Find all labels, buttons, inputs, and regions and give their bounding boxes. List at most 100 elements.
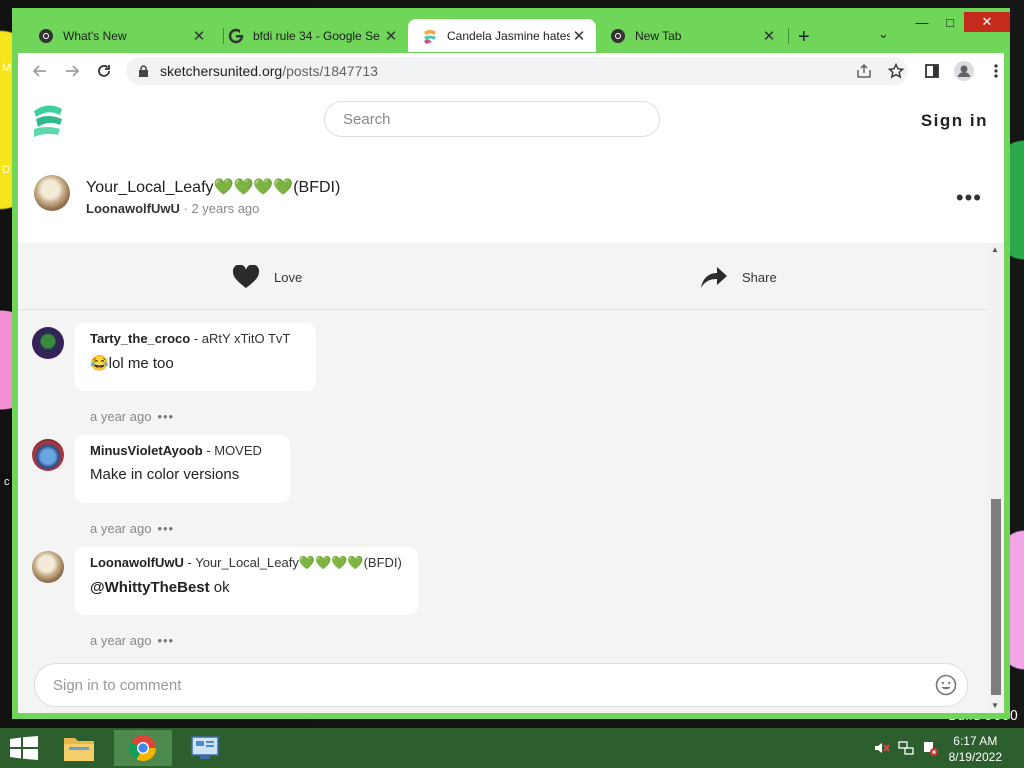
system-clock[interactable]: 6:17 AM 8/19/2022 xyxy=(949,733,1002,765)
sketchers-icon xyxy=(424,29,436,44)
close-tab-icon[interactable]: ✕ xyxy=(570,27,588,45)
tab-whats-new[interactable]: What's New ✕ xyxy=(24,19,216,52)
url-host: sketchersunited.org xyxy=(160,63,283,79)
comment-meta: a year ago ••• xyxy=(90,633,174,648)
comment-input[interactable] xyxy=(51,676,915,695)
tab-title: New Tab xyxy=(635,28,682,43)
profile-button[interactable] xyxy=(952,59,976,83)
comment-more-button[interactable]: ••• xyxy=(157,521,174,536)
maximize-button[interactable]: □ xyxy=(936,12,964,32)
new-tab-button[interactable]: + xyxy=(798,26,810,49)
post-meta: LoonawolfUwU · 2 years ago xyxy=(86,201,260,216)
comment-time: a year ago xyxy=(90,633,152,648)
bookmark-star-icon[interactable] xyxy=(888,63,904,79)
comment-more-button[interactable]: ••• xyxy=(157,409,174,424)
post-header: Your_Local_Leafy💚💚💚💚(BFDI) LoonawolfUwU … xyxy=(18,159,1004,243)
tab-title: Candela Jasmine hates xyxy=(447,28,570,43)
tab-google-search[interactable]: bfdi rule 34 - Google Se ✕ xyxy=(214,19,408,52)
love-button[interactable]: Love xyxy=(232,265,302,289)
comment-bubble: MinusVioletAyoob - MOVED Make in color v… xyxy=(74,435,290,503)
commenter-avatar[interactable] xyxy=(32,551,64,583)
share-button[interactable]: Share xyxy=(700,265,777,289)
close-tab-icon[interactable]: ✕ xyxy=(760,27,778,45)
arrow-left-icon xyxy=(32,65,46,77)
post-title: Your_Local_Leafy💚💚💚💚(BFDI) xyxy=(86,179,341,196)
reload-button[interactable] xyxy=(92,59,116,83)
comment-bubble: LoonawolfUwU - Your_Local_Leafy💚💚💚💚(BFDI… xyxy=(74,547,418,615)
sketchers-logo-icon[interactable] xyxy=(32,103,64,139)
close-tab-icon[interactable]: ✕ xyxy=(190,27,208,45)
comment-author[interactable]: Tarty_the_croco xyxy=(90,331,190,346)
close-tab-icon[interactable]: ✕ xyxy=(382,27,400,45)
love-label: Love xyxy=(274,269,303,285)
tab-search-button[interactable]: ⌄ xyxy=(878,26,889,42)
comment-author-subtitle: aRtY xTitO TvT xyxy=(201,331,291,346)
forward-button[interactable] xyxy=(60,59,84,83)
tab-new-tab[interactable]: New Tab ✕ xyxy=(596,19,786,52)
taskbar: 6:17 AM 8/19/2022 xyxy=(0,728,1024,768)
comment-text: ok xyxy=(209,579,230,596)
sign-in-link[interactable]: Sign in xyxy=(921,111,988,131)
comment-composer[interactable] xyxy=(34,663,968,707)
comment-author[interactable]: MinusVioletAyoob xyxy=(90,443,203,458)
post-time: 2 years ago xyxy=(191,201,260,216)
comment-bubble: Tarty_the_croco - aRtY xTitO TvT 😂lol me… xyxy=(74,323,316,391)
mention-link[interactable]: @WhittyTheBest xyxy=(90,579,210,596)
post-author-link[interactable]: LoonawolfUwU xyxy=(86,201,180,216)
comment-text-container: @WhittyTheBest ok xyxy=(90,579,402,596)
site-header: Sign in xyxy=(18,89,1004,159)
url-text: sketchersunited.org/posts/1847713 xyxy=(160,63,378,79)
comment-header: Tarty_the_croco - aRtY xTitO TvT xyxy=(90,331,291,346)
arrow-right-icon xyxy=(66,65,80,77)
back-button[interactable] xyxy=(28,59,52,83)
side-panel-button[interactable] xyxy=(920,59,944,83)
commenter-avatar[interactable] xyxy=(32,439,64,471)
network-icon[interactable] xyxy=(898,740,914,756)
tab-strip: What's New ✕ bfdi rule 34 - Google Se ✕ … xyxy=(12,8,1010,52)
address-bar[interactable]: sketchersunited.org/posts/1847713 xyxy=(126,57,908,85)
author-avatar[interactable] xyxy=(34,175,70,211)
desktop-label: c xyxy=(4,476,10,488)
comment-more-button[interactable]: ••• xyxy=(157,633,174,648)
action-center-alert-icon[interactable] xyxy=(922,740,938,756)
comment-meta: a year ago ••• xyxy=(90,409,174,424)
more-vertical-icon xyxy=(994,64,998,78)
comment-text: 😂lol me too xyxy=(90,355,174,372)
taskbar-chrome[interactable] xyxy=(114,730,172,766)
comment-author[interactable]: LoonawolfUwU xyxy=(90,555,184,570)
share-page-icon[interactable] xyxy=(856,63,872,79)
search-input[interactable] xyxy=(341,110,635,129)
comment-time: a year ago xyxy=(90,409,152,424)
close-window-button[interactable]: ✕ xyxy=(964,12,1010,32)
chrome-icon xyxy=(129,735,157,762)
scrollbar-thumb[interactable] xyxy=(991,499,1001,695)
comment-time: a year ago xyxy=(90,521,152,536)
volume-muted-icon[interactable] xyxy=(874,740,890,756)
minimize-button[interactable]: — xyxy=(908,12,936,32)
emoji-smile-icon[interactable] xyxy=(935,674,957,696)
commenter-avatar[interactable] xyxy=(32,327,64,359)
windows-start-icon[interactable] xyxy=(10,736,38,760)
taskbar-control-panel[interactable] xyxy=(176,730,234,766)
browser-menu-button[interactable] xyxy=(984,59,1008,83)
heart-icon xyxy=(232,265,260,288)
tab-separator xyxy=(788,28,789,44)
chrome-icon xyxy=(611,28,625,43)
chrome-icon xyxy=(39,28,53,43)
search-box[interactable] xyxy=(324,101,660,137)
tab-title: What's New xyxy=(63,28,127,43)
comment-header: MinusVioletAyoob - MOVED xyxy=(90,443,262,458)
browser-toolbar: sketchersunited.org/posts/1847713 xyxy=(18,53,1004,89)
desktop-label: M xyxy=(2,62,12,74)
comment-author-subtitle: Your_Local_Leafy💚💚💚💚(BFDI) xyxy=(195,555,402,570)
share-arrow-icon xyxy=(701,267,727,288)
page-scrollbar[interactable]: ▲ ▼ xyxy=(988,243,1004,713)
clock-date: 8/19/2022 xyxy=(948,750,1002,764)
scroll-up-arrow[interactable]: ▲ xyxy=(991,245,999,254)
taskbar-file-explorer[interactable] xyxy=(50,730,108,766)
post-more-button[interactable]: ••• xyxy=(956,185,982,211)
tab-candela-jasmine[interactable]: Candela Jasmine hates ✕ xyxy=(408,19,596,52)
page-viewport: Sign in Your_Local_Leafy💚💚💚💚(BFDI) Loona… xyxy=(18,89,1004,713)
comment-author-subtitle: MOVED xyxy=(214,443,262,458)
scroll-down-arrow[interactable]: ▼ xyxy=(991,701,999,710)
